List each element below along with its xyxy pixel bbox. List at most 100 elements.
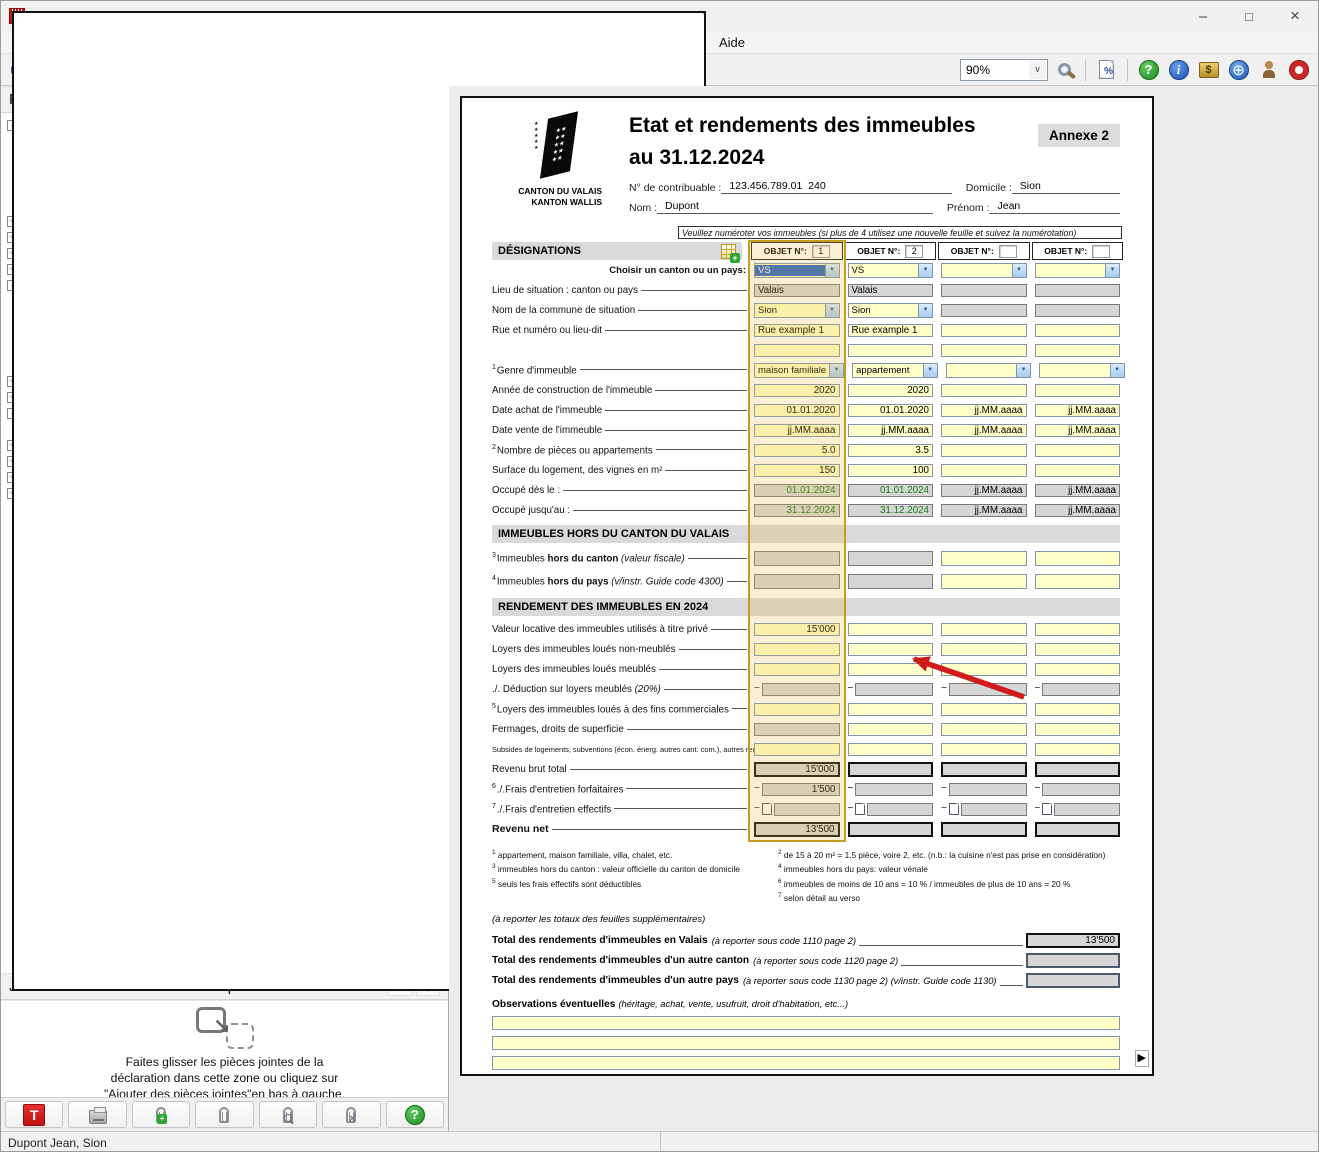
date-vente-obj3-input[interactable]: jj.MM.aaaa <box>941 423 1027 437</box>
rue-suite-obj2-input[interactable] <box>847 343 933 357</box>
genre-obj4-select[interactable] <box>1039 362 1125 378</box>
next-page-icon[interactable] <box>1134 1050 1149 1067</box>
loyers-commerciaux-obj2-input[interactable] <box>847 702 933 716</box>
hors-pays-obj4-input[interactable] <box>1034 574 1120 589</box>
loyers-non-meubles-obj4-input[interactable] <box>1034 642 1120 656</box>
minimize-button[interactable] <box>1180 1 1226 31</box>
add-attachment-button[interactable] <box>131 1101 191 1128</box>
canton-obj1-select[interactable]: VS <box>754 262 840 278</box>
annee-construction-obj2-input[interactable]: 2020 <box>847 383 933 397</box>
rue-obj2-input[interactable]: Rue example 1 <box>847 323 933 337</box>
tree-item-observations-particulieres-sur-la-declaration-d-impot[interactable]: +Observations particulières sur la décla… <box>1 11 706 991</box>
objet-number-2[interactable]: 2 <box>905 244 924 258</box>
observation-input-2[interactable] <box>492 1035 1120 1050</box>
zoom-select[interactable]: 90% <box>960 58 1048 81</box>
hors-canton-obj4-input[interactable] <box>1034 551 1120 566</box>
subsides-obj3-input[interactable] <box>941 742 1027 756</box>
loyers-non-meubles-obj3-input[interactable] <box>941 642 1027 656</box>
objet-number-4[interactable] <box>1092 244 1111 258</box>
surface-obj3-input[interactable] <box>941 463 1027 477</box>
valeur-locative-obj4-input[interactable] <box>1034 622 1120 636</box>
vstax-button[interactable] <box>5 1101 64 1128</box>
date-vente-obj1-input[interactable]: jj.MM.aaaa <box>754 423 840 437</box>
loyers-meubles-obj2-input[interactable] <box>847 662 933 676</box>
surface-obj4-input[interactable] <box>1034 463 1120 477</box>
loyers-meubles-obj3-input[interactable] <box>941 662 1027 676</box>
maximize-button[interactable] <box>1226 1 1272 31</box>
surface-obj2-input[interactable]: 100 <box>847 463 933 477</box>
genre-obj1-select[interactable]: maison familiale <box>754 362 845 378</box>
subsides-obj4-input[interactable] <box>1034 742 1120 756</box>
valeur-locative-obj1-input[interactable]: 15'000 <box>754 622 840 636</box>
rue-obj1-input[interactable]: Rue example 1 <box>754 323 840 337</box>
objet-number-1[interactable]: 1 <box>811 244 830 258</box>
annee-construction-obj1-input[interactable]: 2020 <box>754 383 840 397</box>
loyers-commerciaux-obj4-input[interactable] <box>1034 702 1120 716</box>
detail-document-icon[interactable] <box>948 803 959 815</box>
prenom-value[interactable]: Jean <box>989 200 1027 214</box>
domicile-value[interactable]: Sion <box>1011 180 1047 194</box>
observation-input-1[interactable] <box>492 1015 1120 1030</box>
nombre-pieces-obj4-input[interactable] <box>1034 443 1120 457</box>
nom-value[interactable]: Dupont <box>657 200 705 214</box>
dropdown-arrow-icon[interactable] <box>922 363 937 377</box>
dropdown-arrow-icon[interactable] <box>824 303 839 317</box>
dropdown-arrow-icon[interactable] <box>1016 363 1031 377</box>
date-achat-obj4-input[interactable]: jj.MM.aaaa <box>1034 403 1120 417</box>
contribuable-value[interactable]: 123.456.789.01 240 <box>721 180 832 194</box>
assistance-button[interactable] <box>1285 56 1312 83</box>
dropdown-arrow-icon[interactable] <box>824 263 839 277</box>
rue-suite-obj3-input[interactable] <box>941 343 1027 357</box>
valeur-locative-obj2-input[interactable] <box>847 622 933 636</box>
info-button[interactable] <box>1165 56 1192 83</box>
hors-canton-obj3-input[interactable] <box>941 551 1027 566</box>
date-vente-obj4-input[interactable]: jj.MM.aaaa <box>1034 423 1120 437</box>
observation-input-3[interactable] <box>492 1055 1120 1070</box>
rue-suite-obj4-input[interactable] <box>1034 343 1120 357</box>
date-achat-obj3-input[interactable]: jj.MM.aaaa <box>941 403 1027 417</box>
menu-aide[interactable]: Aide <box>710 33 754 52</box>
genre-obj2-select[interactable]: appartement <box>852 362 938 378</box>
surface-obj1-input[interactable]: 150 <box>754 463 840 477</box>
date-achat-obj2-input[interactable]: 01.01.2020 <box>847 403 933 417</box>
rue-obj4-input[interactable] <box>1034 323 1120 337</box>
date-achat-obj1-input[interactable]: 01.01.2020 <box>754 403 840 417</box>
help-button[interactable] <box>1135 56 1162 83</box>
loyers-meubles-obj4-input[interactable] <box>1034 662 1120 676</box>
attachments-dropzone[interactable]: Faites glisser les pièces jointes de la … <box>1 1000 448 1101</box>
canton-obj3-select[interactable] <box>941 262 1027 278</box>
loyers-non-meubles-obj1-input[interactable] <box>754 642 840 656</box>
genre-obj3-select[interactable] <box>945 362 1032 378</box>
scan-attachment-button[interactable] <box>68 1101 127 1128</box>
dropdown-arrow-icon[interactable] <box>918 263 932 277</box>
online-services-button[interactable] <box>1225 56 1252 83</box>
canton-obj2-select[interactable]: VS <box>847 262 933 278</box>
view-attachment-button[interactable] <box>258 1101 318 1128</box>
percent-document-button[interactable] <box>1093 56 1120 83</box>
canton-obj4-select[interactable] <box>1034 262 1120 278</box>
contact-support-button[interactable] <box>1255 56 1282 83</box>
commune-obj1-select[interactable]: Sion <box>754 302 840 318</box>
loyers-meubles-obj1-input[interactable] <box>754 662 840 676</box>
loyers-non-meubles-obj2-input[interactable] <box>847 642 933 656</box>
hors-pays-obj3-input[interactable] <box>941 574 1027 589</box>
commune-obj2-select[interactable]: Sion <box>847 302 933 318</box>
close-button[interactable] <box>1272 1 1318 31</box>
dropdown-arrow-icon[interactable] <box>1011 263 1026 277</box>
fermages-obj2-input[interactable] <box>847 722 933 736</box>
dropdown-arrow-icon[interactable] <box>1109 363 1124 377</box>
fermages-obj4-input[interactable] <box>1034 722 1120 736</box>
dropdown-arrow-icon[interactable] <box>829 363 844 377</box>
loyers-commerciaux-obj1-input[interactable] <box>754 702 840 716</box>
fermages-obj3-input[interactable] <box>941 722 1027 736</box>
subsides-obj1-input[interactable] <box>754 742 840 756</box>
subsides-obj2-input[interactable] <box>847 742 933 756</box>
objet-number-3[interactable] <box>998 244 1017 258</box>
nombre-pieces-obj2-input[interactable]: 3.5 <box>847 443 933 457</box>
zoom-button[interactable] <box>1051 56 1078 83</box>
detail-document-icon[interactable] <box>1042 803 1053 815</box>
rue-obj3-input[interactable] <box>941 323 1027 337</box>
nombre-pieces-obj3-input[interactable] <box>941 443 1027 457</box>
detail-document-icon[interactable] <box>761 803 772 815</box>
date-vente-obj2-input[interactable]: jj.MM.aaaa <box>847 423 933 437</box>
